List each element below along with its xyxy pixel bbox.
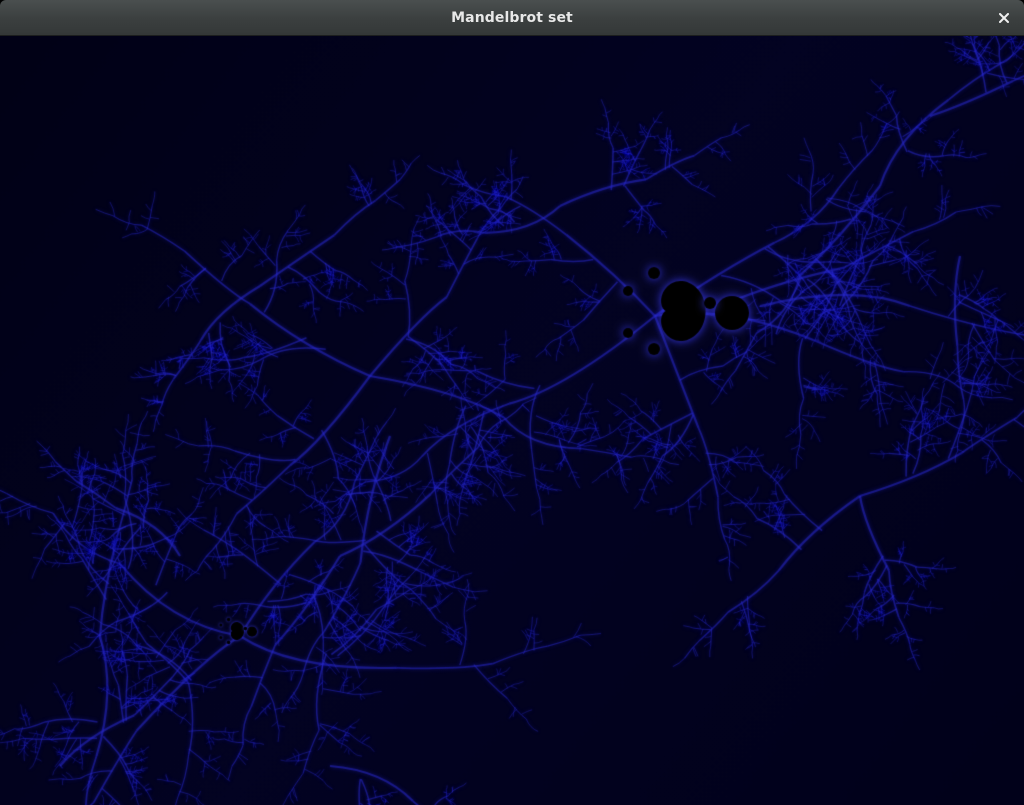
app-window: Mandelbrot set <box>0 0 1024 805</box>
window-title: Mandelbrot set <box>451 10 573 26</box>
title-bar[interactable]: Mandelbrot set <box>0 0 1024 36</box>
mandelbrot-canvas[interactable] <box>0 36 1024 805</box>
close-button[interactable] <box>992 6 1016 30</box>
close-icon <box>999 13 1009 23</box>
fractal-view[interactable] <box>0 36 1024 805</box>
